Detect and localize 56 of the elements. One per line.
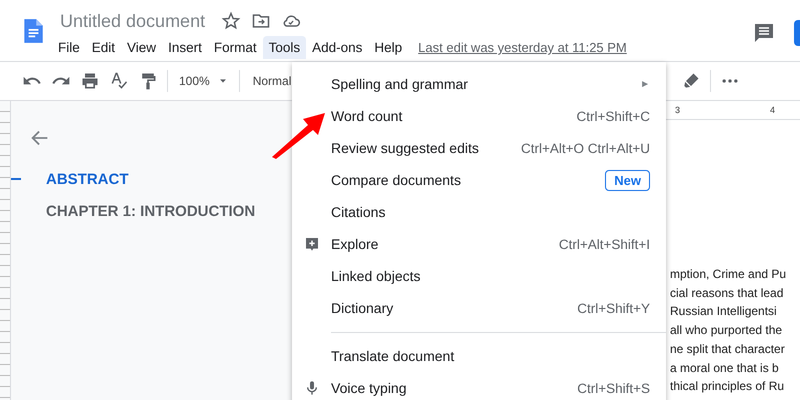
- shortcut-text: Ctrl+Shift+C: [576, 108, 650, 124]
- document-text-line: a moral one that is b: [670, 360, 780, 377]
- submenu-arrow: ►: [640, 78, 650, 90]
- print-icon[interactable]: [80, 71, 100, 91]
- menu-option[interactable]: Explore Ctrl+Alt+Shift+I: [292, 228, 666, 260]
- menu-option[interactable]: Voice typing Ctrl+Shift+S: [292, 372, 666, 400]
- menu-item[interactable]: Tools: [262, 36, 306, 59]
- plus-box-icon: [304, 236, 320, 252]
- document-title[interactable]: Untitled document: [60, 10, 206, 32]
- menu-option[interactable]: Review suggested edits Ctrl+Alt+O Ctrl+Alt+U: [292, 132, 666, 164]
- menu-item[interactable]: Edit: [86, 36, 122, 59]
- ruler-number: 3: [675, 105, 680, 115]
- menu-item[interactable]: View: [121, 36, 162, 59]
- menu-option[interactable]: Citations: [292, 196, 666, 228]
- document-text-line: thical principles of Ru: [670, 378, 786, 396]
- shortcut-text: Ctrl+Alt+Shift+I: [558, 236, 650, 252]
- annotation-arrow: [270, 111, 326, 159]
- document-text-line: all who purported the: [670, 322, 784, 340]
- menu-item[interactable]: Insert: [162, 36, 208, 59]
- zoom-value: 100%: [179, 74, 210, 88]
- menu-item[interactable]: Help: [368, 36, 408, 59]
- outline-item[interactable]: CHAPTER 1: INTRODUCTION: [46, 202, 256, 220]
- menu-option-label: Voice typing: [331, 380, 408, 396]
- zoom-dropdown[interactable]: 100%: [177, 74, 230, 88]
- menu-item[interactable]: Add-ons: [306, 36, 368, 59]
- menu-option-label: Review suggested edits: [331, 140, 480, 156]
- menu-option-label: Explore: [331, 236, 380, 252]
- document-text-line: mption, Crime and Pu: [670, 266, 788, 283]
- last-edit-link[interactable]: Last edit was yesterday at 11:25 PM: [418, 40, 627, 55]
- menu-option-label: Dictionary: [331, 300, 394, 316]
- outline-item[interactable]: ABSTRACT: [46, 170, 128, 188]
- menu-option-label: Spelling and grammar: [331, 76, 469, 92]
- menu-item[interactable]: File: [52, 36, 86, 59]
- menu-option[interactable]: Translate document: [292, 340, 666, 372]
- menu-option[interactable]: Compare documents New: [292, 164, 666, 196]
- document-text-line: cial reasons that lead: [670, 284, 784, 302]
- comment-icon[interactable]: [752, 21, 776, 45]
- ruler-number: 4: [770, 105, 776, 115]
- document-text-line: ne split that character: [670, 340, 786, 358]
- menu-option-label: Compare documents: [331, 172, 462, 188]
- star-icon[interactable]: [221, 11, 242, 31]
- menu-item[interactable]: Format: [208, 36, 263, 59]
- menu-option[interactable]: Dictionary Ctrl+Shift+Y: [292, 292, 666, 324]
- shortcut-text: Ctrl+Shift+S: [577, 380, 650, 396]
- menu-option-label: Citations: [331, 204, 386, 220]
- share-button[interactable]: [794, 20, 800, 46]
- menu-option[interactable]: Word count Ctrl+Shift+C: [292, 100, 666, 132]
- menu-option-label: Word count: [331, 108, 404, 124]
- menu-option-label: Translate document: [331, 348, 456, 364]
- new-badge: New: [605, 170, 650, 190]
- shortcut-text: Ctrl+Alt+O Ctrl+Alt+U: [520, 140, 650, 156]
- document-text-line: Russian Intelligentsi: [670, 303, 778, 320]
- menu-option[interactable]: Linked objects: [292, 260, 666, 292]
- spellcheck-icon[interactable]: [109, 71, 129, 91]
- menu-option-label: Linked objects: [331, 268, 422, 284]
- shortcut-text: Ctrl+Shift+Y: [577, 300, 650, 316]
